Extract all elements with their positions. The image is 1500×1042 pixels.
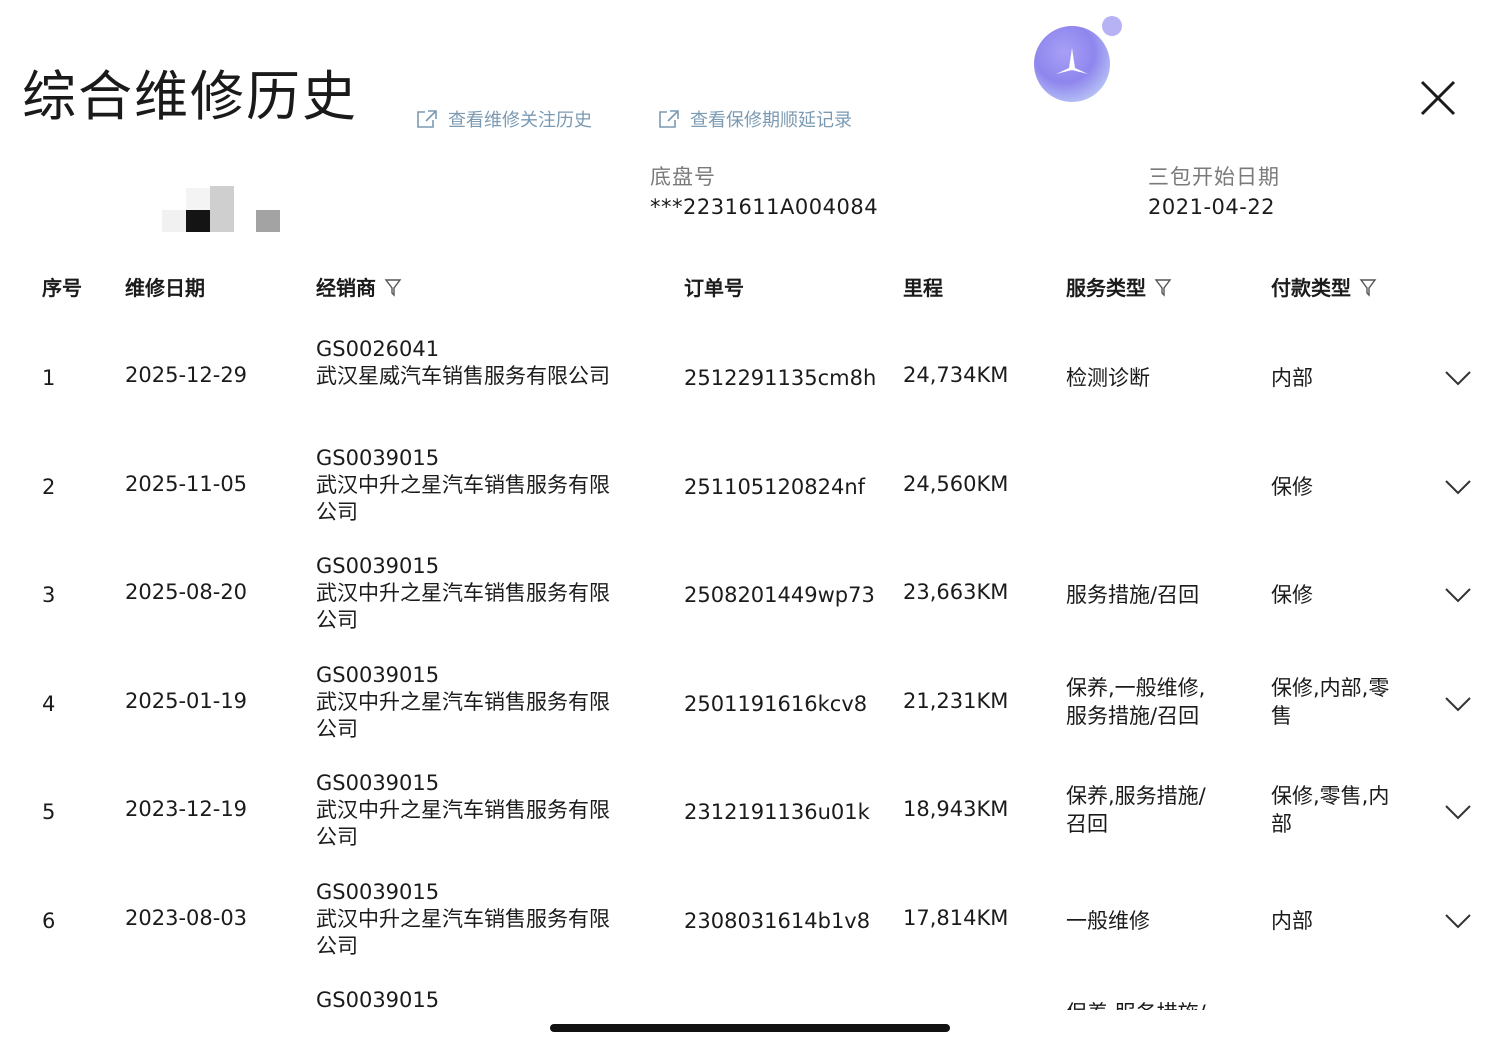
- payment-type: 内部: [1271, 908, 1313, 933]
- column-header-date: 维修日期: [125, 276, 205, 300]
- dealer-cell: GS0039015 武汉中升之星汽车销售服务有限公司: [316, 662, 628, 743]
- column-header-service-type[interactable]: 服务类型: [1066, 272, 1172, 301]
- dealer-name: 武汉中升之星汽车销售服务有限公司: [316, 798, 610, 849]
- table-row[interactable]: 1 2025-12-29 GS0026041 武汉星威汽车销售服务有限公司 251229…: [0, 330, 1500, 438]
- chevron-down-icon[interactable]: [1444, 802, 1472, 822]
- chevron-down-icon[interactable]: [1444, 477, 1472, 497]
- dealer-name: 武汉中升之星汽车销售服务有限公司: [316, 581, 610, 632]
- service-type: 保养,服务措施/召回: [1066, 784, 1206, 836]
- payment-type: 保修,内部,零售: [1271, 675, 1390, 728]
- row-index: 6: [42, 908, 56, 933]
- warranty-start-info: 三包开始日期 2021-04-22: [1148, 162, 1280, 222]
- row-index: 5: [42, 800, 56, 824]
- dealer-name: 武汉中升之星汽车销售服务有限公司: [316, 472, 610, 524]
- external-link-icon: [658, 109, 680, 129]
- column-header-dealer[interactable]: 经销商: [316, 272, 402, 301]
- chevron-down-icon[interactable]: [1444, 585, 1472, 605]
- order-number: 2512291135cm8h: [684, 366, 877, 390]
- link-label: 查看保修期顺延记录: [690, 110, 852, 131]
- repair-date: 2023-12-19: [125, 797, 248, 821]
- repair-date: 2025-11-05: [125, 471, 248, 496]
- dealer-code: GS0039015: [316, 662, 440, 687]
- chassis-info: 底盘号 ***2231611A004084: [650, 162, 878, 222]
- home-indicator[interactable]: [550, 1024, 950, 1032]
- dealer-cell: GS0039015 武汉中升之星汽车销售服务有限公司: [316, 553, 628, 634]
- chassis-value: ***2231611A004084: [650, 195, 879, 219]
- payment-type: 保修: [1271, 474, 1313, 499]
- order-number: 251105120824nf: [684, 474, 866, 499]
- external-link-icon: [416, 109, 438, 129]
- table-row[interactable]: 4 2025-01-19 GS0039015 武汉中升之星汽车销售服务有限公司 2501…: [0, 656, 1500, 764]
- filter-icon[interactable]: [384, 277, 402, 297]
- row-index: 3: [42, 583, 56, 607]
- mileage: 21,231KM: [903, 688, 1009, 713]
- dealer-code: GS0039015: [316, 445, 440, 470]
- dealer-code: GS0026041: [316, 337, 440, 361]
- repair-date: 2025-12-29: [125, 363, 248, 387]
- chevron-down-icon[interactable]: [1444, 694, 1472, 714]
- column-header-payment-type[interactable]: 付款类型: [1271, 272, 1377, 301]
- mileage: 18,943KM: [903, 797, 1009, 821]
- row-index: 2: [42, 474, 56, 499]
- close-icon[interactable]: [1416, 76, 1460, 120]
- mileage: 23,663KM: [903, 580, 1009, 604]
- dealer-name: 武汉中升之星汽车销售服务有限公司: [316, 689, 610, 741]
- mileage: 24,734KM: [903, 363, 1009, 387]
- repair-date: 2025-08-20: [125, 580, 248, 604]
- filter-icon[interactable]: [1359, 277, 1377, 297]
- dealer-cell: GS0039015 武汉中升之星汽车销售服务有限公司: [316, 770, 628, 851]
- table-row[interactable]: 6 2023-08-03 GS0039015 武汉中升之星汽车销售服务有限公司 2308…: [0, 873, 1500, 981]
- dealer-cell: GS0039015 武汉中升之星汽车销售服务有限公司: [316, 445, 628, 526]
- chevron-down-icon[interactable]: [1444, 368, 1472, 388]
- filter-icon[interactable]: [1154, 277, 1172, 297]
- assistant-orb-icon[interactable]: [1034, 16, 1122, 102]
- order-number: 2308031614b1v8: [684, 908, 871, 933]
- dealer-code: GS0039015: [316, 771, 440, 795]
- table-row[interactable]: GS0039015 保养,服务措施/: [0, 981, 1500, 1010]
- repair-history-page: 综合维修历史 查看维修关注历史 查看保修期顺延记录 底盘号 ***2231611…: [0, 0, 1500, 1042]
- view-warranty-extension-records-link[interactable]: 查看保修期顺延记录: [658, 106, 852, 132]
- link-label: 查看维修关注历史: [448, 110, 592, 131]
- table-body: 1 2025-12-29 GS0026041 武汉星威汽车销售服务有限公司 251229…: [0, 330, 1500, 1010]
- warranty-start-value: 2021-04-22: [1148, 195, 1276, 219]
- repair-date: 2023-08-03: [125, 905, 248, 930]
- service-type: 检测诊断: [1066, 366, 1150, 390]
- mileage: 24,560KM: [903, 471, 1009, 496]
- dealer-cell: GS0026041 武汉星威汽车销售服务有限公司: [316, 336, 628, 390]
- table-row[interactable]: 5 2023-12-19 GS0039015 武汉中升之星汽车销售服务有限公司 2312…: [0, 764, 1500, 872]
- order-number: 2312191136u01k: [684, 800, 870, 824]
- table-row[interactable]: 2 2025-11-05 GS0039015 武汉中升之星汽车销售服务有限公司 2511…: [0, 439, 1500, 547]
- payment-type: 保修,零售,内部: [1271, 784, 1390, 836]
- chevron-down-icon[interactable]: [1444, 911, 1472, 931]
- warranty-start-label: 三包开始日期: [1148, 165, 1280, 189]
- payment-type: 内部: [1271, 366, 1313, 390]
- dealer-code: GS0039015: [316, 879, 440, 904]
- page-title: 综合维修历史: [22, 65, 358, 128]
- row-index: 1: [42, 366, 56, 390]
- service-type: 保养,服务措施/: [1066, 999, 1226, 1010]
- payment-type: 保修: [1271, 583, 1313, 607]
- column-header-order: 订单号: [684, 276, 744, 300]
- repair-date: 2025-01-19: [125, 688, 248, 713]
- dealer-code: GS0039015: [316, 554, 440, 578]
- service-type: 保养,一般维修,服务措施/召回: [1066, 675, 1206, 728]
- column-header-index: 序号: [42, 276, 82, 300]
- dealer-name: 武汉中升之星汽车销售服务有限公司: [316, 906, 610, 958]
- dealer-name: 武汉星威汽车销售服务有限公司: [316, 364, 610, 388]
- mileage: 17,814KM: [903, 905, 1009, 930]
- table-row[interactable]: 3 2025-08-20 GS0039015 武汉中升之星汽车销售服务有限公司 2508…: [0, 547, 1500, 655]
- view-repair-attention-history-link[interactable]: 查看维修关注历史: [416, 106, 592, 132]
- dealer-cell: GS0039015: [316, 987, 628, 1010]
- order-number: 2501191616kcv8: [684, 691, 868, 716]
- service-type: 服务措施/召回: [1066, 583, 1200, 607]
- dealer-code: GS0039015: [316, 988, 440, 1010]
- order-number: 2508201449wp73: [684, 583, 875, 607]
- column-header-mileage: 里程: [903, 276, 943, 300]
- dealer-cell: GS0039015 武汉中升之星汽车销售服务有限公司: [316, 879, 628, 960]
- table-header: 序号 维修日期 经销商 订单号 里程 服务类型 付款类型: [0, 272, 1500, 302]
- avatar: [162, 184, 282, 234]
- row-index: 4: [42, 691, 56, 716]
- service-type: 一般维修: [1066, 908, 1150, 933]
- chassis-label: 底盘号: [650, 165, 716, 189]
